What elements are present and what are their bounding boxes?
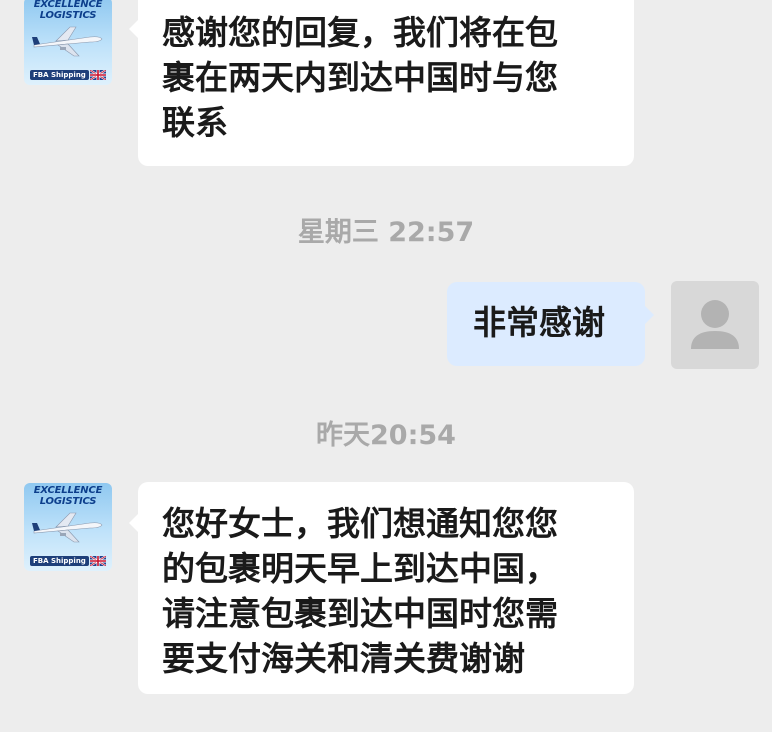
airplane-logo-icon: [32, 512, 103, 543]
message-line: 请注意包裹到达中国时您需: [162, 594, 558, 633]
message-line: 感谢您的回复，我们将在包: [162, 13, 558, 52]
sender-avatar[interactable]: EXCELLENCE LOGISTICS FBA Shipping: [24, 0, 112, 85]
incoming-message-bubble[interactable]: 您好女士，我们想通知您您 的包裹明天早上到达中国， 请注意包裹到达中国时您需 要…: [129, 482, 634, 694]
message-timestamp: 星期三 22:57: [297, 217, 475, 248]
message-line: 您好女士，我们想通知您您: [162, 504, 558, 543]
uk-flag-icon: [90, 556, 106, 566]
brand-logo-text: EXCELLENCE LOGISTICS: [33, 485, 103, 507]
message-line: 非常感谢: [473, 303, 605, 342]
message-line: 联系: [162, 103, 228, 142]
sender-avatar[interactable]: EXCELLENCE LOGISTICS FBA Shipping: [24, 483, 112, 571]
airplane-logo-icon: [32, 26, 103, 57]
incoming-message-bubble[interactable]: 感谢您的回复，我们将在包 裹在两天内到达中国时与您 联系: [129, 0, 634, 166]
user-avatar[interactable]: [671, 281, 759, 369]
brand-sub-label: FBA Shipping: [30, 70, 89, 80]
brand-logo-text: EXCELLENCE LOGISTICS: [33, 0, 103, 21]
message-line: 的包裹明天早上到达中国，: [162, 549, 558, 588]
default-person-icon: [691, 300, 739, 349]
message-timestamp: 昨天20:54: [316, 420, 456, 451]
uk-flag-icon: [90, 70, 106, 80]
message-line: 裹在两天内到达中国时与您: [162, 58, 558, 97]
outgoing-message-bubble[interactable]: 非常感谢: [447, 282, 654, 366]
message-line: 要支付海关和清关费谢谢: [162, 639, 525, 678]
brand-sub-label: FBA Shipping: [30, 556, 89, 566]
